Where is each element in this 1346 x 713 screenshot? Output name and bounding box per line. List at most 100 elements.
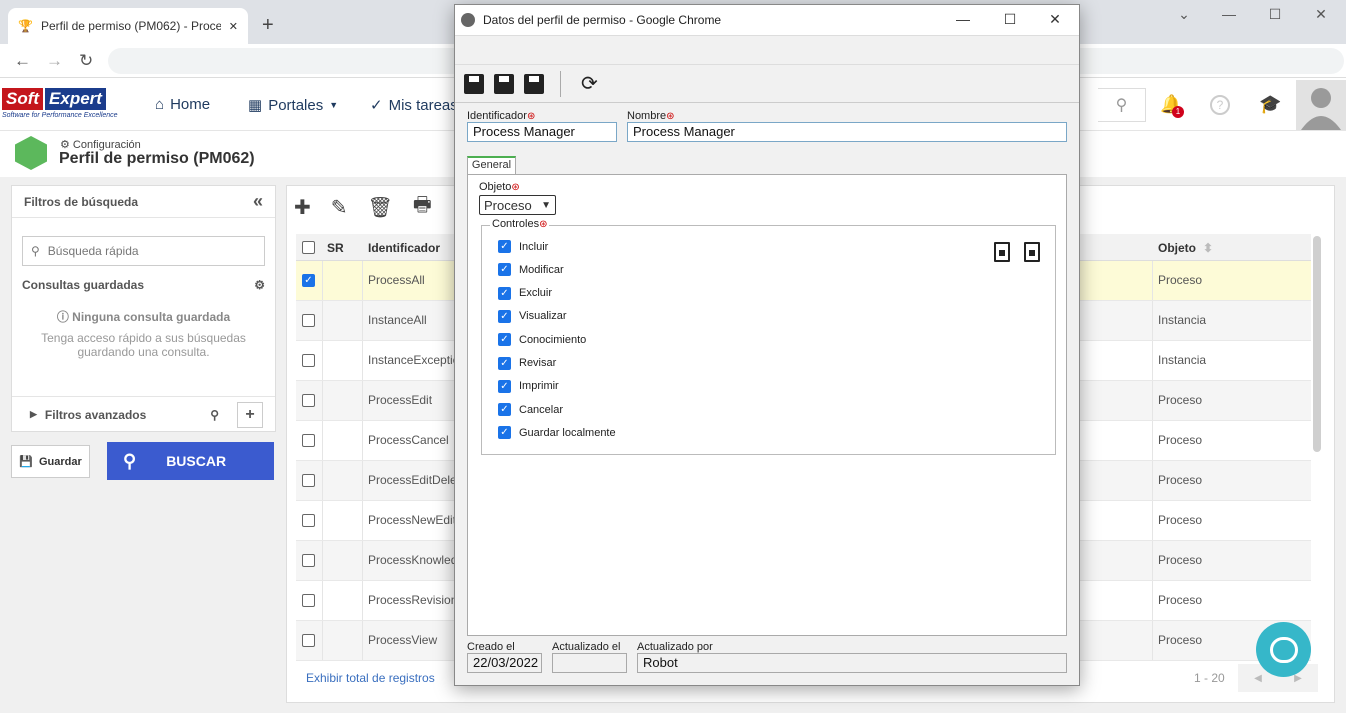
delete-icon[interactable]: 🗑 — [368, 195, 393, 220]
prev-icon[interactable]: ◀ — [1254, 673, 1262, 684]
col-divider — [362, 581, 363, 620]
general-panel: Objeto⊛ Proceso ▼ Controles⊛ ✓ Incluir ✓ Mod… — [467, 174, 1067, 636]
search-button[interactable]: ⚲ BUSCAR — [107, 442, 274, 480]
toolbar-separator — [560, 70, 561, 97]
chevron-down-icon[interactable]: ⌄ — [1174, 6, 1194, 23]
col-sr[interactable]: SR — [327, 241, 344, 255]
close-window-button[interactable]: ✕ — [1311, 6, 1331, 23]
control-checkbox[interactable]: ✓ Excluir — [498, 286, 552, 300]
nombre-field[interactable]: Process Manager — [627, 122, 1067, 142]
row-objeto: Proceso — [1158, 633, 1203, 647]
back-icon[interactable]: ← — [14, 51, 31, 71]
graduation-cap-icon[interactable]: 🎓 — [1259, 94, 1281, 115]
col-divider — [1152, 301, 1153, 340]
row-checkbox[interactable] — [302, 434, 315, 447]
control-checkbox[interactable]: ✓ Revisar — [498, 356, 556, 370]
save-button[interactable]: 💾 Guardar — [11, 445, 90, 478]
col-identificador[interactable]: Identificador — [368, 241, 440, 255]
control-label: Guardar localmente — [519, 426, 616, 439]
softexpert-logo[interactable]: Soft Expert Software for Performance Exce… — [2, 88, 130, 122]
row-checkbox[interactable] — [302, 634, 315, 647]
row-checkbox[interactable] — [302, 394, 315, 407]
checkbox-checked-icon[interactable]: ✓ — [498, 286, 511, 300]
control-checkbox[interactable]: ✓ Guardar localmente — [498, 426, 616, 440]
checkbox-checked-icon[interactable]: ✓ — [498, 309, 511, 323]
checkbox-checked-icon[interactable]: ✓ — [498, 240, 511, 253]
control-checkbox[interactable]: ✓ Cancelar — [498, 403, 563, 417]
maximize-button[interactable]: ☐ — [1265, 6, 1285, 23]
row-checkbox[interactable]: ✓ — [302, 274, 315, 287]
row-checkbox[interactable] — [302, 354, 315, 367]
browser-tab[interactable]: 🏆 Perfil de permiso (PM062) - Proce ✕ — [8, 8, 248, 44]
col-divider — [322, 261, 323, 300]
save-close-icon[interactable] — [524, 73, 544, 94]
col-divider — [1152, 621, 1153, 660]
row-objeto: Proceso — [1158, 553, 1203, 567]
dialog-close-button[interactable]: ✕ — [1045, 11, 1065, 28]
save-icon[interactable] — [494, 73, 514, 94]
checkbox-checked-icon[interactable]: ✓ — [498, 403, 511, 417]
row-identificador: ProcessKnowled — [368, 553, 458, 567]
dialog-maximize-button[interactable]: ☐ — [1000, 11, 1020, 28]
identificador-field[interactable]: Process Manager — [467, 122, 617, 142]
col-divider — [322, 621, 323, 660]
checkbox-checked-icon[interactable]: ✓ — [498, 263, 511, 277]
row-checkbox[interactable] — [302, 514, 315, 527]
row-checkbox[interactable] — [302, 594, 315, 607]
dialog-minimize-button[interactable]: — — [953, 11, 973, 27]
col-divider — [322, 341, 323, 380]
broom-gear-icon[interactable]: ⚙ — [254, 278, 265, 292]
row-objeto: Instancia — [1158, 353, 1207, 367]
help-icon[interactable]: ? — [1210, 95, 1230, 115]
dialog-body: Identificador⊛ Process Manager Nombre⊛ P… — [455, 103, 1079, 685]
control-checkbox[interactable]: ✓ Conocimiento — [498, 333, 586, 347]
row-objeto: Proceso — [1158, 593, 1203, 607]
select-all-checkbox[interactable] — [302, 241, 315, 254]
edit-icon[interactable]: ✎ — [331, 195, 348, 220]
control-checkbox[interactable]: ✓ Visualizar — [498, 309, 567, 323]
show-total-link[interactable]: Exhibir total de registros — [306, 671, 435, 685]
objeto-select[interactable]: Proceso ▼ — [479, 195, 556, 215]
advanced-filters[interactable]: ▶ Filtros avanzados ⚲ + — [12, 396, 275, 432]
check-all-icon[interactable] — [994, 242, 1010, 262]
row-checkbox[interactable] — [302, 474, 315, 487]
checkbox-checked-icon[interactable]: ✓ — [498, 426, 511, 440]
row-checkbox[interactable] — [302, 554, 315, 567]
reload-icon[interactable]: ↻ — [79, 51, 93, 71]
forward-icon[interactable]: → — [46, 51, 63, 71]
uncheck-all-icon[interactable] — [1024, 242, 1040, 262]
nav-portales[interactable]: ▦ Portales ▼ — [248, 96, 338, 115]
quick-search-input[interactable]: ⚲ Búsqueda rápida — [22, 236, 265, 266]
refresh-icon[interactable]: ⟳ — [581, 71, 598, 96]
nav-home[interactable]: ⌂ Home — [155, 96, 210, 113]
control-checkbox[interactable]: ✓ Incluir — [498, 240, 548, 253]
add-filter-button[interactable]: + — [237, 401, 263, 428]
col-divider — [1152, 461, 1153, 500]
sort-icon[interactable]: ⬍ — [1203, 241, 1213, 255]
tab-title: Perfil de permiso (PM062) - Proce — [40, 19, 221, 33]
grid-scrollbar[interactable] — [1313, 236, 1321, 452]
save-new-icon[interactable] — [464, 73, 484, 94]
collapse-icon[interactable]: « — [253, 191, 263, 212]
col-objeto[interactable]: Objeto — [1158, 241, 1196, 255]
chat-button[interactable] — [1256, 622, 1311, 677]
new-tab-button[interactable]: + — [262, 14, 274, 37]
checkbox-checked-icon[interactable]: ✓ — [498, 333, 511, 347]
broom-icon[interactable]: ⚲ — [210, 408, 219, 422]
row-checkbox[interactable] — [302, 314, 315, 327]
add-icon[interactable]: ✚ — [294, 195, 311, 220]
avatar[interactable] — [1296, 80, 1346, 130]
control-checkbox[interactable]: ✓ Modificar — [498, 263, 564, 277]
control-checkbox[interactable]: ✓ Imprimir — [498, 379, 559, 393]
logo-expert: Expert — [45, 88, 106, 110]
nav-tareas[interactable]: ✓ Mis tareas — [370, 96, 458, 115]
minimize-button[interactable]: — — [1219, 6, 1239, 22]
checkbox-checked-icon[interactable]: ✓ — [498, 379, 511, 393]
print-icon[interactable]: 🖶 — [413, 190, 432, 224]
close-icon[interactable]: ✕ — [229, 20, 238, 33]
controles-label: Controles⊛ — [490, 218, 550, 230]
checkbox-checked-icon[interactable]: ✓ — [498, 356, 511, 370]
tab-general[interactable]: General — [467, 156, 516, 175]
col-divider — [1152, 381, 1153, 420]
search-icon[interactable]: ⚲ — [1098, 88, 1146, 122]
